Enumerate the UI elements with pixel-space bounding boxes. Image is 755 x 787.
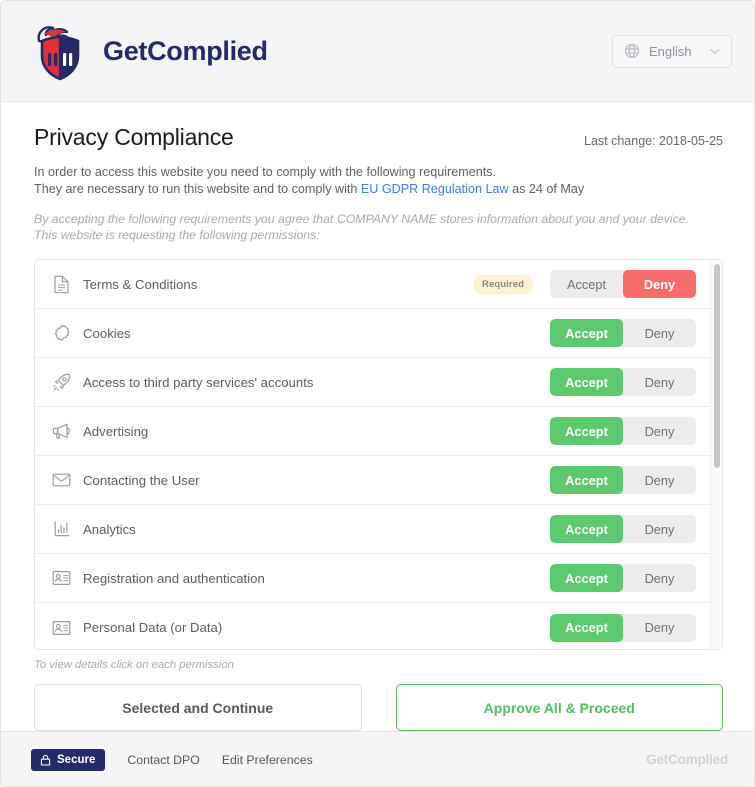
- contact-dpo-link[interactable]: Contact DPO: [127, 753, 199, 767]
- permission-row[interactable]: Advertising Accept Deny: [35, 407, 710, 456]
- accept-option[interactable]: Accept: [550, 319, 623, 347]
- accept-deny-toggle[interactable]: Accept Deny: [550, 466, 696, 494]
- accept-option[interactable]: Accept: [550, 368, 623, 396]
- rocket-icon: [52, 373, 71, 392]
- brand-name: GetComplied: [103, 35, 268, 66]
- accept-deny-toggle[interactable]: Accept Deny: [550, 319, 696, 347]
- accept-option[interactable]: Accept: [550, 515, 623, 543]
- deny-option[interactable]: Deny: [623, 614, 696, 642]
- last-change-label: Last change: 2018-05-25: [584, 134, 723, 148]
- accept-deny-toggle[interactable]: Accept Deny: [550, 515, 696, 543]
- permission-label: Personal Data (or Data): [83, 620, 223, 635]
- app-footer: Secure Contact DPO Edit Preferences GetC…: [1, 731, 754, 786]
- action-buttons: Selected and Continue Approve All & Proc…: [34, 684, 723, 731]
- accept-option[interactable]: Accept: [550, 613, 623, 642]
- deny-option[interactable]: Deny: [623, 417, 696, 445]
- permission-row[interactable]: Analytics Accept Deny: [35, 505, 710, 554]
- approve-all-and-proceed-button[interactable]: Approve All & Proceed: [395, 684, 723, 731]
- permission-row[interactable]: Personal Data (or Data) Accept Deny: [35, 603, 710, 649]
- intro-line-2: They are necessary to run this website a…: [34, 181, 723, 198]
- intro-line-1: In order to access this website you need…: [34, 165, 497, 179]
- intro-line-2-pre: They are necessary to run this website a…: [34, 182, 361, 196]
- deny-option[interactable]: Deny: [623, 466, 696, 494]
- permission-list: Terms & Conditions Required Accept Deny Cook…: [34, 259, 723, 650]
- intro-text: In order to access this website you need…: [34, 164, 723, 198]
- id-card-icon: [52, 569, 71, 588]
- permission-label: Registration and authentication: [83, 570, 265, 586]
- accept-deny-toggle[interactable]: Accept Deny: [550, 564, 696, 592]
- page-title: Privacy Compliance: [34, 124, 234, 150]
- globe-icon: [624, 43, 640, 59]
- title-row: Privacy Compliance Last change: 2018-05-…: [34, 124, 723, 151]
- permission-label: Analytics: [83, 521, 136, 537]
- permission-label: Terms & Conditions: [83, 276, 198, 292]
- permission-row[interactable]: Access to third party services' accounts…: [35, 358, 710, 407]
- permission-row[interactable]: Contacting the User Accept Deny: [35, 456, 710, 505]
- cookie-icon: [52, 324, 71, 343]
- id-card-icon: [52, 618, 71, 637]
- permission-row[interactable]: Registration and authentication Accept Den…: [35, 554, 710, 603]
- accept-option[interactable]: Accept: [550, 466, 623, 494]
- edit-preferences-link[interactable]: Edit Preferences: [222, 753, 313, 767]
- accept-deny-toggle[interactable]: Accept Deny: [550, 270, 696, 298]
- permission-scroll-area[interactable]: Terms & Conditions Required Accept Deny Cook…: [35, 260, 710, 649]
- accept-option[interactable]: Accept: [550, 270, 623, 298]
- scrollbar-track[interactable]: [710, 260, 722, 649]
- required-badge: Required: [473, 274, 533, 294]
- document-icon: [52, 275, 71, 294]
- lock-icon: [40, 754, 51, 766]
- chevron-down-icon: [710, 48, 720, 55]
- app-header: GetComplied English: [1, 1, 754, 102]
- sub-intro-line-1: By accepting the following requirements …: [34, 212, 690, 226]
- main-content: Privacy Compliance Last change: 2018-05-…: [1, 102, 754, 731]
- language-selected-label: English: [649, 43, 692, 59]
- permission-label: Advertising: [83, 423, 149, 439]
- selected-and-continue-button[interactable]: Selected and Continue: [34, 684, 362, 731]
- deny-option[interactable]: Deny: [623, 368, 696, 396]
- intro-line-2-post: as 24 of May: [508, 182, 585, 196]
- brand: GetComplied: [31, 20, 268, 82]
- privacy-compliance-window: GetComplied English Privacy Compliance L…: [0, 0, 755, 787]
- scrollbar-thumb[interactable]: [714, 264, 720, 468]
- bar-chart-icon: [52, 520, 71, 539]
- secure-badge[interactable]: Secure: [31, 748, 106, 771]
- gdpr-law-link[interactable]: EU GDPR Regulation Law: [361, 182, 509, 196]
- permission-label: Contacting the User: [83, 472, 200, 488]
- deny-option[interactable]: Deny: [623, 319, 696, 347]
- secure-badge-label: Secure: [57, 753, 96, 766]
- shield-flame-logo-icon: [31, 20, 89, 82]
- deny-option[interactable]: Deny: [623, 270, 696, 298]
- permission-label: Access to third party services' accounts: [83, 374, 314, 390]
- sub-intro-line-2: This website is requesting the following…: [34, 228, 320, 242]
- accept-deny-toggle[interactable]: Accept Deny: [550, 613, 696, 642]
- accept-deny-toggle[interactable]: Accept Deny: [550, 368, 696, 396]
- accept-option[interactable]: Accept: [550, 417, 623, 445]
- deny-option[interactable]: Deny: [623, 564, 696, 592]
- accept-deny-toggle[interactable]: Accept Deny: [550, 417, 696, 445]
- sub-intro-text: By accepting the following requirements …: [34, 211, 723, 243]
- permission-row[interactable]: Cookies Accept Deny: [35, 309, 710, 358]
- permission-hint: To view details click on each permission: [34, 659, 234, 671]
- megaphone-icon: [52, 422, 71, 441]
- footer-watermark: GetComplied: [646, 752, 728, 767]
- accept-option[interactable]: Accept: [550, 564, 623, 592]
- deny-option[interactable]: Deny: [623, 515, 696, 543]
- permission-row[interactable]: Terms & Conditions Required Accept Deny: [35, 260, 710, 309]
- envelope-icon: [52, 471, 71, 490]
- language-selector[interactable]: English: [612, 34, 732, 68]
- permission-label: Cookies: [83, 325, 131, 341]
